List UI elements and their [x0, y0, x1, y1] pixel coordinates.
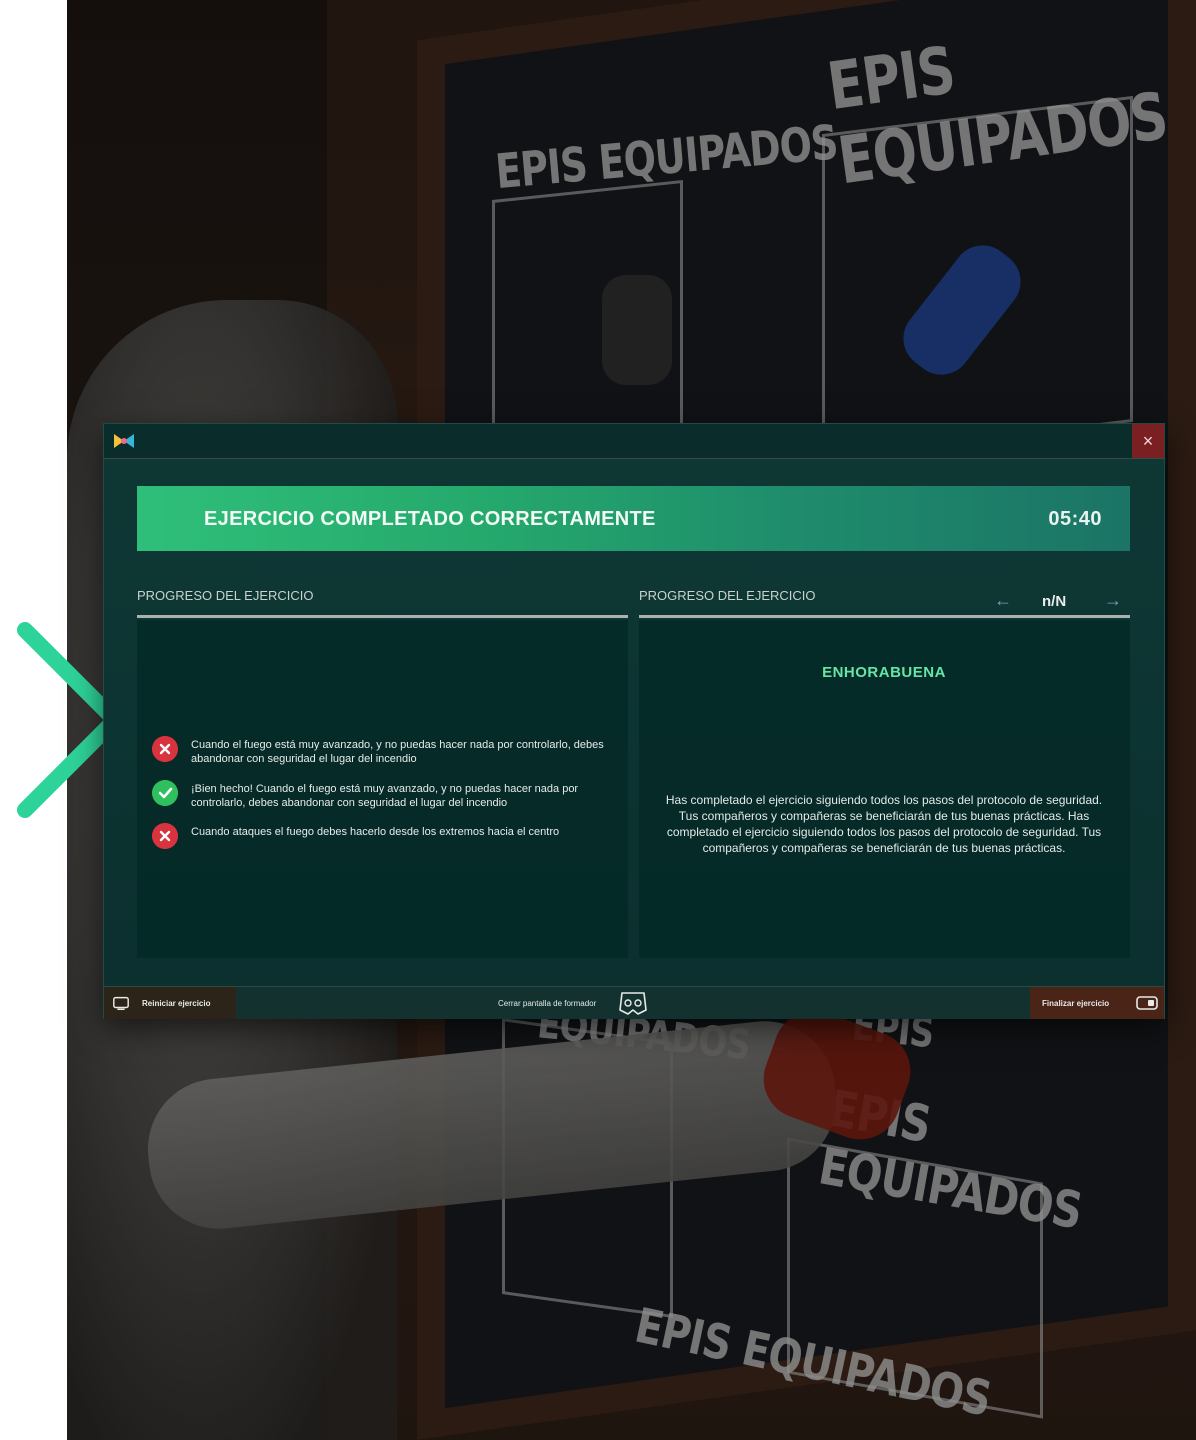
close-icon: ×	[1142, 430, 1154, 451]
close-trainer-screen-button[interactable]: Cerrar pantalla de formador	[496, 987, 656, 1019]
fail-icon	[152, 823, 178, 849]
app-logo-icon	[114, 434, 134, 448]
progress-item-text: Cuando ataques el fuego debes hacerlo de…	[191, 826, 560, 838]
fail-icon	[152, 736, 178, 762]
left-panel-heading: PROGRESO DEL EJERCICIO	[137, 588, 314, 603]
divider	[137, 615, 628, 618]
close-trainer-label: Cerrar pantalla de formador	[498, 999, 597, 1008]
restart-label: Reiniciar ejercicio	[142, 999, 211, 1008]
finish-button[interactable]: Finalizar ejercicio	[1030, 987, 1164, 1019]
result-banner: EJERCICIO COMPLETADO CORRECTAMENTE 05:40	[137, 486, 1130, 551]
right-panel-heading: PROGRESO DEL EJERCICIO	[639, 588, 816, 603]
exercise-result-window: × EJERCICIO COMPLETADO CORRECTAMENTE 05:…	[104, 424, 1164, 1019]
next-page-button[interactable]: →	[1104, 590, 1122, 611]
finish-label: Finalizar ejercicio	[1042, 999, 1110, 1008]
restart-icon	[113, 996, 129, 1011]
banner-title: EJERCICIO COMPLETADO CORRECTAMENTE	[204, 508, 656, 530]
result-description: Has completado el ejercicio siguiendo to…	[665, 793, 1103, 855]
exit-icon	[1136, 996, 1158, 1010]
progress-item-text: ¡Bien hecho! Cuando el fuego está muy av…	[191, 783, 579, 809]
check-icon	[152, 780, 178, 806]
congrats-heading: ENHORABUENA	[822, 664, 946, 681]
window-footer: Reiniciar ejercicio Cerrar pantalla de f…	[104, 986, 1164, 1019]
elapsed-timer: 05:40	[1048, 508, 1102, 530]
vr-headset-icon	[619, 992, 647, 1015]
restart-button[interactable]: Reiniciar ejercicio	[104, 987, 236, 1019]
close-button[interactable]: ×	[1132, 424, 1164, 458]
title-bar: ×	[104, 424, 1164, 459]
progress-item-text: Cuando el fuego está muy avanzado, y no …	[191, 739, 604, 765]
divider	[639, 615, 1130, 618]
prev-page-button[interactable]: ←	[994, 590, 1012, 611]
page-indicator: n/N	[1042, 593, 1067, 610]
